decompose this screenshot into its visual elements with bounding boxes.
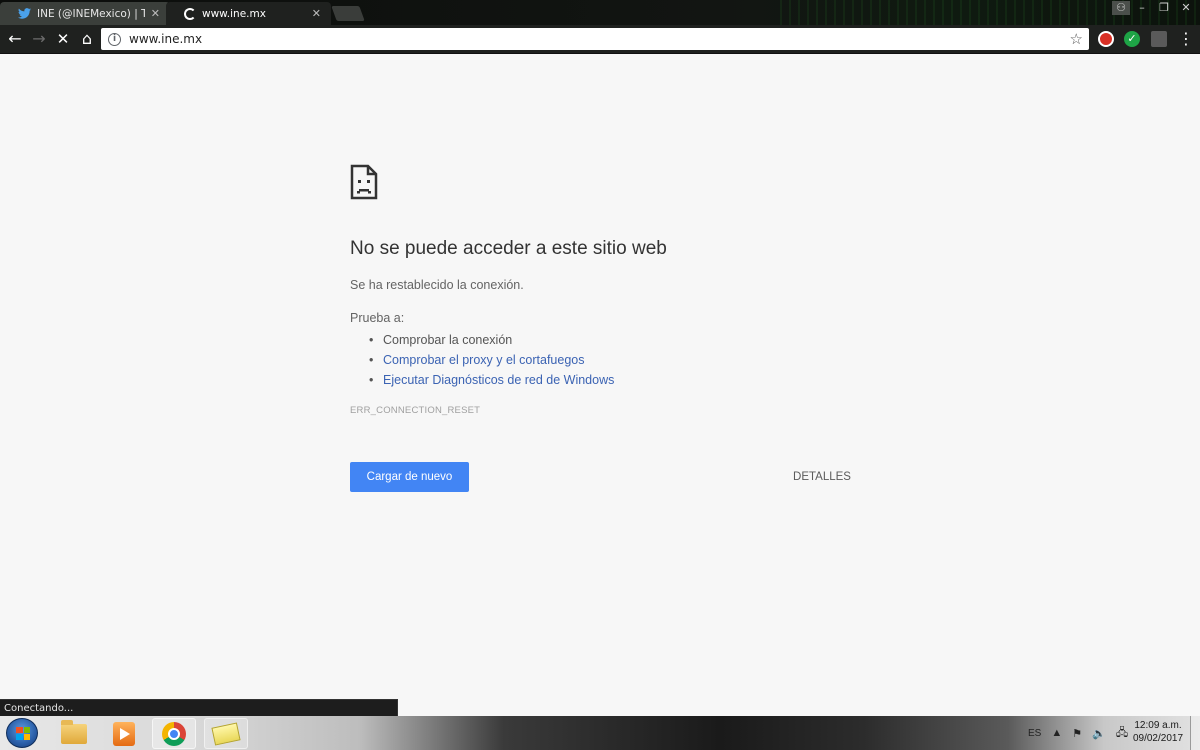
system-tray: ES ▲ ⚑ 🔈 🖧 bbox=[1022, 716, 1128, 750]
start-button[interactable] bbox=[6, 718, 38, 748]
flag-icon[interactable]: ⚑ bbox=[1072, 727, 1082, 740]
taskbar-chrome[interactable] bbox=[152, 718, 196, 749]
twitter-icon bbox=[18, 8, 31, 19]
user-icon[interactable]: ⚇ bbox=[1112, 1, 1130, 15]
volume-icon[interactable]: 🔈 bbox=[1092, 727, 1106, 740]
extension-stop-icon[interactable] bbox=[1098, 31, 1114, 47]
tab-twitter[interactable]: INE (@INEMexico) | Twitt ✕ bbox=[0, 2, 170, 25]
status-bar: Conectando... bbox=[0, 699, 398, 716]
clock[interactable]: 12:09 a.m. 09/02/2017 bbox=[1128, 719, 1188, 745]
windows-taskbar: ES ▲ ⚑ 🔈 🖧 12:09 a.m. 09/02/2017 bbox=[0, 716, 1200, 750]
network-icon[interactable]: 🖧 bbox=[1116, 724, 1128, 743]
stop-loading-button[interactable]: ✕ bbox=[52, 29, 74, 49]
extension-gray-icon[interactable] bbox=[1151, 31, 1167, 47]
suggestion-list: Comprobar la conexión Comprobar el proxy… bbox=[369, 330, 614, 390]
close-icon[interactable]: ✕ bbox=[151, 7, 160, 20]
tab-ine[interactable]: www.ine.mx ✕ bbox=[166, 2, 331, 25]
minimize-button[interactable]: – bbox=[1132, 1, 1152, 15]
show-desktop-button[interactable] bbox=[1190, 716, 1200, 750]
restore-button[interactable]: ❐ bbox=[1154, 1, 1174, 15]
url-text[interactable]: www.ine.mx bbox=[129, 32, 1070, 46]
error-title: No se puede acceder a este sitio web bbox=[350, 238, 667, 259]
windows-logo-icon bbox=[16, 727, 30, 740]
new-tab-button[interactable] bbox=[331, 6, 365, 21]
address-bar[interactable]: i www.ine.mx ☆ bbox=[101, 28, 1089, 50]
browser-toolbar: ← → ✕ ⌂ i www.ine.mx ☆ ✓ ⋮ bbox=[0, 25, 1200, 54]
error-page: No se puede acceder a este sitio web Se … bbox=[0, 54, 1200, 699]
media-player-icon bbox=[113, 721, 135, 746]
extension-check-icon[interactable]: ✓ bbox=[1124, 31, 1140, 47]
tab-title: www.ine.mx bbox=[202, 7, 266, 20]
close-window-button[interactable]: ✕ bbox=[1176, 1, 1196, 15]
folder-icon bbox=[61, 719, 87, 744]
close-icon[interactable]: ✕ bbox=[312, 7, 321, 20]
suggestion-run-diagnostics-link[interactable]: Ejecutar Diagnósticos de red de Windows bbox=[369, 370, 614, 390]
reload-button[interactable]: Cargar de nuevo bbox=[350, 462, 469, 492]
error-subtitle: Se ha restablecido la conexión. bbox=[350, 278, 524, 292]
clock-date: 09/02/2017 bbox=[1132, 733, 1184, 744]
suggestion-check-connection: Comprobar la conexión bbox=[369, 330, 614, 350]
chrome-icon bbox=[162, 721, 186, 746]
error-code: ERR_CONNECTION_RESET bbox=[350, 405, 481, 416]
clock-time: 12:09 a.m. bbox=[1134, 720, 1182, 731]
language-indicator[interactable]: ES bbox=[1028, 728, 1041, 739]
sad-page-icon bbox=[350, 164, 378, 204]
bookmark-star-icon[interactable]: ☆ bbox=[1070, 30, 1083, 48]
sticky-notes-icon bbox=[211, 721, 241, 746]
home-button[interactable]: ⌂ bbox=[76, 29, 98, 49]
tray-up-arrow-icon[interactable]: ▲ bbox=[1051, 727, 1062, 739]
details-button[interactable]: DETALLES bbox=[780, 462, 864, 492]
try-label: Prueba a: bbox=[350, 311, 405, 325]
taskbar-explorer[interactable] bbox=[52, 718, 96, 749]
forward-button[interactable]: → bbox=[28, 29, 50, 49]
window-controls: ⚇ – ❐ ✕ bbox=[1112, 1, 1196, 15]
tab-title: INE (@INEMexico) | Twitt bbox=[37, 7, 145, 20]
info-icon[interactable]: i bbox=[108, 32, 121, 46]
taskbar-media-player[interactable] bbox=[102, 718, 146, 749]
loading-spinner-icon bbox=[184, 7, 196, 20]
back-button[interactable]: ← bbox=[4, 29, 26, 49]
menu-icon[interactable]: ⋮ bbox=[1178, 28, 1194, 50]
taskbar-sticky-notes[interactable] bbox=[204, 718, 248, 749]
suggestion-check-proxy-link[interactable]: Comprobar el proxy y el cortafuegos bbox=[369, 350, 614, 370]
